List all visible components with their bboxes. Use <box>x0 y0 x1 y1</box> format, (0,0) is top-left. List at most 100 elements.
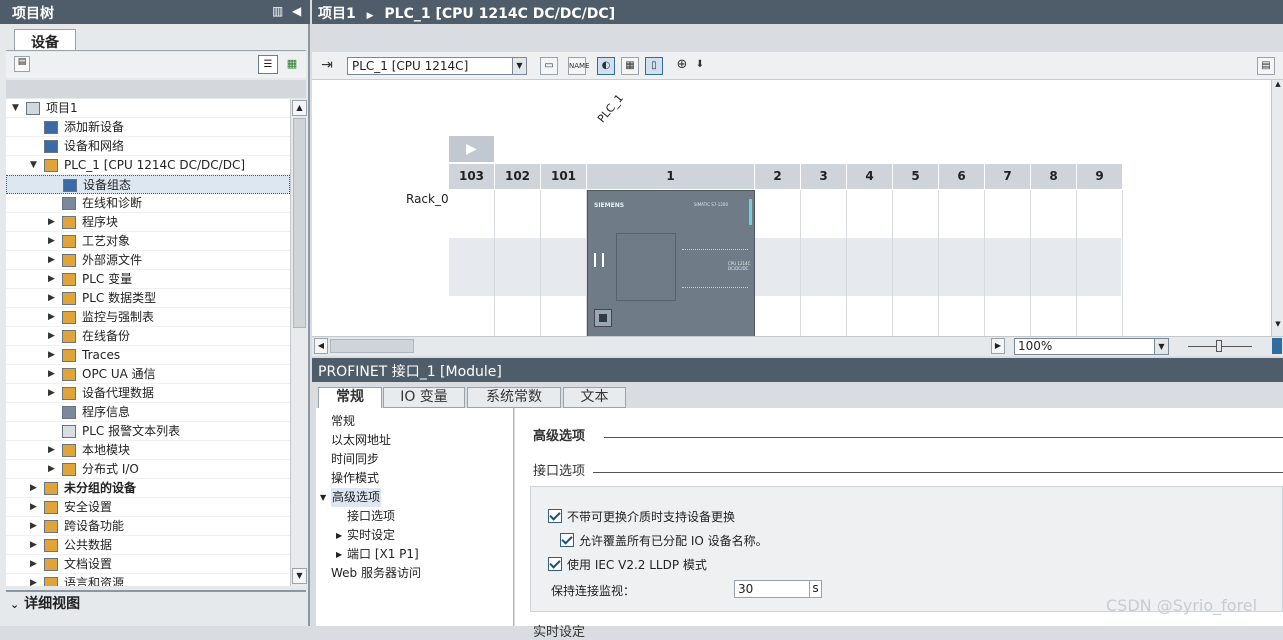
inspector-nav-item[interactable]: 接口选项 <box>316 507 513 526</box>
module-overview-icon[interactable]: ▭ <box>540 57 558 75</box>
rack-slot[interactable] <box>755 190 801 336</box>
collapsed-arrow-icon[interactable]: ▶ <box>336 545 342 564</box>
chevron-down-icon[interactable]: ▼ <box>512 58 526 74</box>
tree-item[interactable]: 设备和网络 <box>6 137 290 156</box>
zoom-menu-icon[interactable]: ⬇ <box>691 57 709 75</box>
tree-item[interactable]: ▶ 设备代理数据 <box>6 384 290 403</box>
expand-detail-icon[interactable]: ⌄ <box>10 598 19 611</box>
collapse-left-icon[interactable]: ◀ <box>292 4 301 18</box>
expanded-arrow-icon[interactable]: ▼ <box>30 156 37 175</box>
rack-slot[interactable] <box>449 190 495 336</box>
rack-slot[interactable] <box>939 190 985 336</box>
tree-item[interactable]: ▶ PLC 变量 <box>6 270 290 289</box>
rename-icon[interactable]: NAME <box>568 57 590 75</box>
detail-view-header[interactable]: ⌄ 详细视图 <box>6 590 306 612</box>
cpu-module[interactable]: SIEMENS SIMATIC S7-1200 CPU 1214C DC/DC/… <box>587 190 755 336</box>
inspector-tab[interactable]: 文本 <box>563 387 626 408</box>
tree-item[interactable]: ▶ 在线备份 <box>6 327 290 346</box>
tree-item[interactable]: ▶ 外部源文件 <box>6 251 290 270</box>
collapsed-arrow-icon[interactable]: ▶ <box>48 327 55 346</box>
collapsed-arrow-icon[interactable]: ▶ <box>48 270 55 289</box>
tree-item[interactable]: PLC 报警文本列表 <box>6 422 290 441</box>
collapsed-arrow-icon[interactable]: ▶ <box>48 251 55 270</box>
scroll-down-icon[interactable]: ▼ <box>292 568 307 584</box>
option-checkbox[interactable] <box>548 557 562 571</box>
collapsed-arrow-icon[interactable]: ▶ <box>30 479 37 498</box>
split-view-icon[interactable] <box>1272 338 1282 354</box>
scroll-right-icon[interactable]: ▶ <box>991 338 1005 354</box>
keepalive-input[interactable]: 30 s <box>734 580 822 598</box>
tree-item[interactable]: ▶ 程序块 <box>6 213 290 232</box>
collapsed-arrow-icon[interactable]: ▶ <box>30 517 37 536</box>
option-checkbox[interactable] <box>560 533 574 547</box>
rack-slot[interactable] <box>847 190 893 336</box>
show-catalog-icon[interactable]: ▤ <box>1257 57 1275 75</box>
scroll-thumb[interactable] <box>293 118 306 328</box>
collapsed-arrow-icon[interactable]: ▶ <box>48 365 55 384</box>
canvas-vertical-scrollbar[interactable]: ▲ ▼ <box>1271 80 1283 336</box>
export-icon[interactable]: ▦ <box>282 55 302 74</box>
collapsed-arrow-icon[interactable]: ▶ <box>30 574 37 586</box>
scroll-down-icon[interactable]: ▼ <box>1273 320 1283 334</box>
inspector-nav-item[interactable]: 以太网地址 <box>316 431 513 450</box>
tree-item[interactable]: 程序信息 <box>6 403 290 422</box>
overview-view-icon[interactable]: ☰ <box>258 55 278 74</box>
rack-slot[interactable] <box>985 190 1031 336</box>
tree-item[interactable]: ▶ 工艺对象 <box>6 232 290 251</box>
ethernet-port-icon[interactable] <box>594 309 612 327</box>
tree-item[interactable]: ▶ 本地模块 <box>6 441 290 460</box>
inspector-nav-item[interactable]: ▼ 高级选项 <box>316 488 513 507</box>
rack-slot[interactable] <box>1031 190 1077 336</box>
horizontal-scroll-thumb[interactable] <box>330 339 414 353</box>
collapsed-arrow-icon[interactable]: ▶ <box>48 441 55 460</box>
scroll-up-icon[interactable]: ▲ <box>292 100 307 116</box>
tree-item[interactable]: ▶ 语言和资源 <box>6 574 290 586</box>
device-select[interactable]: PLC_1 [CPU 1214C] ▼ <box>347 57 527 75</box>
tree-item[interactable]: ▶ 文档设置 <box>6 555 290 574</box>
scroll-up-icon[interactable]: ▲ <box>1273 80 1283 94</box>
tab-devices[interactable]: 设备 <box>14 29 76 51</box>
tree-item[interactable]: ▼ 项目1 <box>6 99 290 118</box>
expanded-arrow-icon[interactable]: ▼ <box>12 99 19 118</box>
project-tree-scrollbar[interactable]: ▲ ▼ <box>290 99 308 586</box>
tree-item[interactable]: ▶ 跨设备功能 <box>6 517 290 536</box>
properties-icon[interactable]: ▤ <box>14 56 30 72</box>
collapsed-arrow-icon[interactable]: ▶ <box>48 460 55 479</box>
scroll-left-icon[interactable]: ◀ <box>314 338 328 354</box>
collapsed-arrow-icon[interactable]: ▶ <box>30 498 37 517</box>
collapsed-arrow-icon[interactable]: ▶ <box>48 346 55 365</box>
tree-item[interactable]: ▶ 分布式 I/O <box>6 460 290 479</box>
tree-item[interactable]: ▶ 未分组的设备 <box>6 479 290 498</box>
inspector-nav-item[interactable]: 操作模式 <box>316 469 513 488</box>
inspector-tab[interactable]: IO 变量 <box>383 387 465 408</box>
panel-layout-icon[interactable]: ▥ <box>272 4 283 18</box>
tree-item[interactable]: ▶ 安全设置 <box>6 498 290 517</box>
rack-slot[interactable] <box>1077 190 1123 336</box>
inspector-nav-item[interactable]: 时间同步 <box>316 450 513 469</box>
zoom-slider-handle[interactable] <box>1216 340 1222 352</box>
tree-item[interactable]: ▶ OPC UA 通信 <box>6 365 290 384</box>
tree-item[interactable]: 在线和诊断 <box>6 194 290 213</box>
inspector-nav-item[interactable]: 常规 <box>316 412 513 431</box>
device-navigate-icon[interactable]: ⇥ <box>318 57 336 75</box>
chevron-down-icon[interactable]: ▼ <box>1154 339 1168 354</box>
breadcrumb-device[interactable]: PLC_1 [CPU 1214C DC/DC/DC] <box>384 6 615 22</box>
page-break-icon[interactable]: ▯ <box>645 57 663 75</box>
tree-item[interactable]: ▶ PLC 数据类型 <box>6 289 290 308</box>
collapsed-arrow-icon[interactable]: ▶ <box>30 555 37 574</box>
collapsed-arrow-icon[interactable]: ▶ <box>30 536 37 555</box>
show-address-icon[interactable]: ◐ <box>597 57 615 75</box>
expand-rack-button[interactable]: ▶ <box>449 136 494 162</box>
collapsed-arrow-icon[interactable]: ▶ <box>48 232 55 251</box>
collapsed-arrow-icon[interactable]: ▶ <box>48 213 55 232</box>
device-view-canvas[interactable]: PLC_1 ▶ Rack_0 103 102 101 1 2 3 4 5 6 7 8 9 SIEMEN… <box>312 80 1271 336</box>
tree-item[interactable]: ▶ Traces <box>6 346 290 365</box>
tree-item[interactable]: 设备组态 <box>6 175 290 194</box>
inspector-nav-item[interactable]: ▶ 实时设定 <box>316 526 513 545</box>
tree-item[interactable]: ▶ 公共数据 <box>6 536 290 555</box>
breadcrumb-project[interactable]: 项目1 <box>318 6 356 22</box>
rack-slot[interactable] <box>541 190 587 336</box>
rack-slot[interactable] <box>801 190 847 336</box>
zoom-select[interactable]: 100% ▼ <box>1014 338 1169 355</box>
collapsed-arrow-icon[interactable]: ▶ <box>48 289 55 308</box>
